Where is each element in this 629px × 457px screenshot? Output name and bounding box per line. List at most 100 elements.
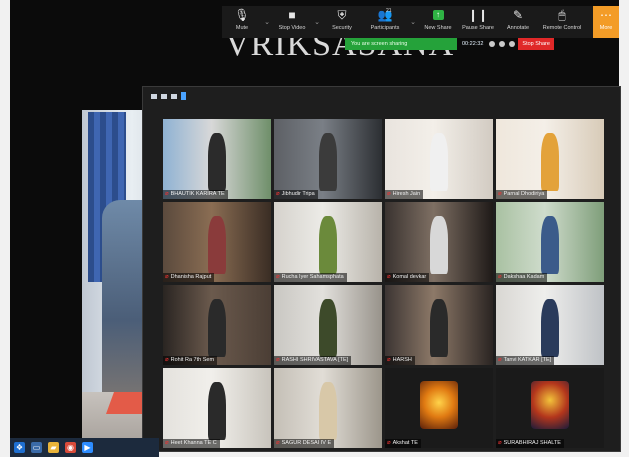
stop-share-button[interactable]: Stop Share — [518, 38, 554, 50]
participant-figure — [541, 216, 559, 274]
participant-figure — [430, 216, 448, 274]
muted-mic-icon: ⌀ — [276, 274, 280, 280]
avatar — [419, 380, 459, 429]
participant-name: ⌀ BHAUTIK KARIRA TE — [163, 190, 228, 199]
annotate-button[interactable]: ✎ Annotate — [498, 6, 538, 38]
participant-name: ⌀ Dakshaa Kadam — [496, 273, 548, 282]
status-dot-icon — [509, 41, 516, 47]
task-view-icon[interactable]: ▭ — [31, 442, 42, 453]
participant-tile[interactable]: ⌀ Parnal Dhodiriya — [496, 119, 604, 199]
participant-name: ⌀ SURABHIRAJ SHALTE — [496, 439, 564, 448]
muted-mic-icon: ⌀ — [165, 357, 169, 363]
muted-mic-icon: ⌀ — [387, 274, 391, 280]
stop-video-button[interactable]: ■ Stop Video — [272, 6, 312, 38]
participant-name-text: RASHI SHRIVASTAVA [TE] — [281, 357, 349, 363]
participant-tile[interactable]: ⌀ Heet Khanna TE C — [163, 368, 271, 448]
audio-options-caret[interactable]: ⌄ — [262, 6, 272, 38]
participant-tile[interactable]: ⌀ Akshat TE — [385, 368, 493, 448]
muted-mic-icon: ⌀ — [498, 191, 502, 197]
participant-figure — [319, 216, 337, 274]
microphone-icon: 🎙 — [234, 7, 250, 22]
mute-button[interactable]: 🎙 Mute — [222, 6, 262, 38]
sharing-indicator[interactable]: You are screen sharing — [345, 38, 457, 50]
share-status-strip: You are screen sharing 00:22:32 Stop Sha… — [345, 38, 554, 50]
participants-label: Participants — [370, 25, 400, 31]
participant-name-text: Tanvi KATKAR [TE] — [503, 357, 552, 363]
participants-options-caret[interactable]: ⌄ — [408, 6, 418, 38]
participant-tile[interactable]: ⌀ Jibhudir Tripa — [274, 119, 382, 199]
more-button[interactable]: ⋯ More — [593, 6, 619, 38]
participant-name-text: Akshat TE — [392, 440, 418, 446]
participant-tile[interactable]: ⌀ SURABHIRAJ SHALTE — [496, 368, 604, 448]
participant-tile[interactable]: ⌀ Rohit Ra 7th Sem — [163, 285, 271, 365]
participant-name-text: SURABHIRAJ SHALTE — [503, 440, 561, 446]
participant-name-text: Parnal Dhodiriya — [503, 191, 545, 197]
participant-figure — [208, 382, 226, 440]
zoom-app-icon[interactable]: ▶ — [82, 442, 93, 453]
participant-name: ⌀ Heet Khanna TE C — [163, 439, 220, 448]
participant-name: ⌀ Dhanisha Rajput — [163, 273, 215, 282]
participant-tile[interactable]: ⌀ Hiresh Jain — [385, 119, 493, 199]
participant-tile[interactable]: ⌀ BHAUTIK KARIRA TE — [163, 119, 271, 199]
muted-mic-icon: ⌀ — [387, 357, 391, 363]
file-explorer-icon[interactable]: ▰ — [48, 442, 59, 453]
participant-name-text: SAGUR DESAI IV E — [281, 440, 332, 446]
participant-tile[interactable]: ⌀ HARSH — [385, 285, 493, 365]
participant-figure — [541, 133, 559, 191]
speaker-view-icon[interactable] — [161, 93, 167, 99]
new-share-button[interactable]: ↑ New Share — [418, 6, 458, 38]
gallery-layout-icon[interactable] — [181, 92, 186, 100]
chrome-icon[interactable]: ◉ — [65, 442, 76, 453]
participant-tile[interactable]: ⌀ RASHI SHRIVASTAVA [TE] — [274, 285, 382, 365]
participant-name: ⌀ RASHI SHRIVASTAVA [TE] — [274, 356, 352, 365]
participant-name: ⌀ Tanvi KATKAR [TE] — [496, 356, 555, 365]
minimize-icon[interactable] — [151, 93, 157, 99]
status-dot-icon — [489, 41, 496, 47]
participant-tile[interactable]: ⌀ SAGUR DESAI IV E — [274, 368, 382, 448]
pencil-icon: ✎ — [512, 7, 524, 22]
participant-name-text: Dakshaa Kadam — [503, 274, 545, 280]
sharing-timer: 00:22:32 — [462, 41, 484, 47]
participant-name: ⌀ HARSH — [385, 356, 415, 365]
participant-name: ⌀ Akshat TE — [385, 439, 421, 448]
participant-name: ⌀ SAGUR DESAI IV E — [274, 439, 335, 448]
muted-mic-icon: ⌀ — [165, 274, 169, 280]
participants-button[interactable]: 👥 21 Participants — [362, 6, 408, 38]
participant-count: 21 — [386, 8, 392, 14]
meeting-toolbar: 🎙 Mute ⌄ ■ Stop Video ⌄ ⛨ Security 👥 21 … — [222, 6, 619, 38]
muted-mic-icon: ⌀ — [387, 440, 391, 446]
mute-label: Mute — [235, 25, 249, 31]
video-options-caret[interactable]: ⌄ — [312, 6, 322, 38]
security-button[interactable]: ⛨ Security — [322, 6, 362, 38]
os-taskbar: ❖ ▭ ▰ ◉ ▶ — [10, 438, 159, 457]
participant-tile[interactable]: ⌀ Rucha Iyer Sahamsphata — [274, 202, 382, 282]
participant-name-text: BHAUTIK KARIRA TE — [170, 191, 225, 197]
participant-name-text: Heet Khanna TE C — [170, 440, 217, 446]
participant-name-text: Rohit Ra 7th Sem — [170, 357, 215, 363]
participant-figure — [208, 133, 226, 191]
participant-tile[interactable]: ⌀ Dhanisha Rajput — [163, 202, 271, 282]
participant-name: ⌀ Komal devkar — [385, 273, 430, 282]
pause-share-label: Pause Share — [462, 25, 494, 31]
remote-control-button[interactable]: 🖱 Remote Control — [538, 6, 586, 38]
muted-mic-icon: ⌀ — [165, 191, 169, 197]
pause-icon: ❙❙ — [467, 7, 489, 22]
participant-name-text: Jibhudir Tripa — [281, 191, 315, 197]
windows-start-icon[interactable]: ❖ — [14, 442, 25, 453]
participant-name-text: Hiresh Jain — [392, 191, 421, 197]
participant-figure — [430, 133, 448, 191]
shield-icon: ⛨ — [337, 7, 347, 22]
video-camera-icon: ■ — [288, 7, 296, 22]
participant-name-text: Komal devkar — [392, 274, 427, 280]
gallery-grid-icon[interactable] — [171, 93, 177, 99]
security-label: Security — [332, 25, 352, 31]
participant-figure — [319, 299, 337, 357]
mouse-icon: 🖱 — [558, 7, 566, 22]
pause-share-button[interactable]: ❙❙ Pause Share — [458, 6, 498, 38]
participant-name: ⌀ Rucha Iyer Sahamsphata — [274, 273, 347, 282]
participant-tile[interactable]: ⌀ Dakshaa Kadam — [496, 202, 604, 282]
participant-tile[interactable]: ⌀ Komal devkar — [385, 202, 493, 282]
participant-tile[interactable]: ⌀ Tanvi KATKAR [TE] — [496, 285, 604, 365]
participant-figure — [208, 299, 226, 357]
muted-mic-icon: ⌀ — [498, 274, 502, 280]
